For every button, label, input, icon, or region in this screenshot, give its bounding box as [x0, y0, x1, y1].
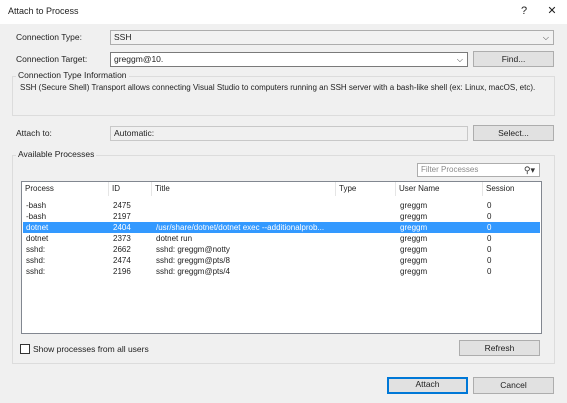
type-cell: [337, 200, 397, 211]
session-cell: 0: [487, 212, 492, 221]
column-header-type[interactable]: Type: [336, 182, 396, 196]
id-cell: 2373: [113, 234, 131, 243]
filter-placeholder: Filter Processes: [421, 165, 479, 174]
id-cell: 2474: [113, 256, 131, 265]
column-header-process[interactable]: Process: [22, 182, 109, 196]
column-header-session[interactable]: Session: [483, 182, 541, 196]
type-cell: [337, 266, 397, 277]
table-row[interactable]: -bash 2475 greggm 0: [23, 200, 540, 211]
show-all-users-label[interactable]: Show processes from all users: [33, 344, 149, 354]
table-row[interactable]: sshd: 2662 sshd: greggm@notty greggm 0: [23, 244, 540, 255]
table-row[interactable]: sshd: 2196 sshd: greggm@pts/4 greggm 0: [23, 266, 540, 277]
connection-info-text: SSH (Secure Shell) Transport allows conn…: [20, 83, 536, 92]
title-bar: Attach to Process ? ✕: [0, 0, 567, 24]
user-cell: greggm: [400, 234, 428, 243]
table-row[interactable]: sshd: 2474 sshd: greggm@pts/8 greggm 0: [23, 255, 540, 266]
id-cell: 2662: [113, 245, 131, 254]
id-cell: 2475: [113, 201, 131, 210]
user-cell: greggm: [400, 245, 428, 254]
chevron-down-icon[interactable]: ⌵: [457, 53, 463, 66]
window-title: Attach to Process: [8, 6, 79, 16]
connection-info-title: Connection Type Information: [16, 70, 129, 80]
session-cell: 0: [487, 256, 492, 265]
type-cell: [337, 244, 397, 255]
title-cell: [153, 200, 337, 211]
type-cell: [337, 211, 397, 222]
session-cell: 0: [487, 267, 492, 276]
connection-info-group: [12, 76, 555, 116]
title-cell: sshd: greggm@pts/4: [156, 267, 230, 276]
title-cell: /usr/share/dotnet/dotnet exec --addition…: [156, 223, 325, 232]
column-header-user-name[interactable]: User Name: [396, 182, 483, 196]
process-cell: -bash: [26, 212, 47, 221]
id-cell: 2197: [113, 212, 131, 221]
id-cell: 2404: [113, 223, 131, 232]
connection-target-label: Connection Target:: [16, 54, 88, 64]
filter-processes-input[interactable]: Filter Processes ⚲▾: [417, 163, 540, 177]
find-button[interactable]: Find...: [473, 51, 554, 67]
connection-target-value: greggm@10.: [114, 54, 164, 64]
attach-button[interactable]: Attach: [387, 377, 468, 394]
connection-type-dropdown[interactable]: SSH ⌵: [110, 30, 554, 45]
connection-target-input[interactable]: greggm@10. ⌵: [110, 52, 468, 67]
user-cell: greggm: [400, 201, 428, 210]
title-cell: dotnet run: [156, 234, 193, 243]
search-icon[interactable]: ⚲▾: [524, 164, 535, 176]
process-cell: sshd:: [26, 267, 46, 276]
attach-to-field: Automatic:: [110, 126, 468, 141]
type-cell: [337, 255, 397, 266]
available-processes-title: Available Processes: [16, 149, 97, 159]
refresh-button[interactable]: Refresh: [459, 340, 540, 356]
table-row[interactable]: -bash 2197 greggm 0: [23, 211, 540, 222]
help-button[interactable]: ?: [513, 2, 535, 20]
attach-to-label: Attach to:: [16, 128, 52, 138]
connection-type-value: SSH: [114, 32, 132, 42]
title-cell: sshd: greggm@pts/8: [156, 256, 230, 265]
process-cell: dotnet: [26, 223, 49, 232]
title-cell: [153, 211, 337, 222]
column-header-id[interactable]: ID: [109, 182, 152, 196]
session-cell: 0: [487, 234, 492, 243]
user-cell: greggm: [400, 267, 428, 276]
table-row-selected[interactable]: dotnet 2404 /usr/share/dotnet/dotnet exe…: [23, 222, 540, 233]
user-cell: greggm: [400, 256, 428, 265]
session-cell: 0: [487, 245, 492, 254]
type-cell: [337, 222, 397, 233]
show-all-users-checkbox[interactable]: [20, 344, 30, 354]
process-list[interactable]: Process ID Title Type User Name Session …: [21, 181, 542, 334]
close-icon: ✕: [547, 5, 557, 17]
process-cell: -bash: [26, 201, 47, 210]
session-cell: 0: [487, 223, 492, 232]
id-cell: 2196: [113, 267, 131, 276]
column-header-title[interactable]: Title: [152, 182, 336, 196]
title-cell: sshd: greggm@notty: [156, 245, 230, 254]
table-row[interactable]: dotnet 2373 dotnet run greggm 0: [23, 233, 540, 244]
connection-type-label: Connection Type:: [16, 32, 82, 42]
cancel-button[interactable]: Cancel: [473, 377, 554, 394]
select-button[interactable]: Select...: [473, 125, 554, 141]
attach-to-value: Automatic:: [114, 128, 155, 138]
user-cell: greggm: [400, 212, 428, 221]
close-button[interactable]: ✕: [541, 2, 563, 20]
process-cell: dotnet: [26, 234, 49, 243]
process-cell: sshd:: [26, 245, 46, 254]
session-cell: 0: [487, 201, 492, 210]
process-cell: sshd:: [26, 256, 46, 265]
type-cell: [337, 233, 397, 244]
chevron-down-icon: ⌵: [542, 33, 549, 42]
user-cell: greggm: [400, 223, 428, 232]
